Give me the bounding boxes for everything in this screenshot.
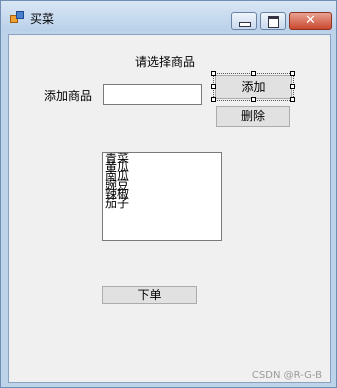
title-bar[interactable]: 买菜 ✕ bbox=[1, 1, 336, 31]
resize-handle[interactable] bbox=[251, 97, 256, 102]
maximize-icon bbox=[268, 16, 279, 28]
heading-label: 请选择商品 bbox=[135, 55, 196, 69]
resize-handle[interactable] bbox=[290, 71, 295, 76]
app-window: 买菜 ✕ 请选择商品 添加商品 添加 删除 青菜 黄瓜 南瓜 豌豆 辣椒 茄子 … bbox=[0, 0, 337, 388]
app-icon bbox=[10, 11, 24, 23]
resize-handle[interactable] bbox=[290, 97, 295, 102]
add-button[interactable]: 添加 bbox=[215, 75, 292, 99]
resize-handle[interactable] bbox=[251, 71, 256, 76]
resize-handle[interactable] bbox=[211, 97, 216, 102]
product-listbox[interactable]: 青菜 黄瓜 南瓜 豌豆 辣椒 茄子 bbox=[102, 152, 222, 241]
list-item[interactable]: 茄子 bbox=[105, 197, 219, 209]
resize-handle[interactable] bbox=[211, 84, 216, 89]
watermark-text: CSDN @R-G-B bbox=[251, 370, 322, 381]
delete-button[interactable]: 删除 bbox=[216, 106, 290, 127]
add-item-input[interactable] bbox=[103, 84, 202, 105]
minimize-button[interactable] bbox=[231, 12, 257, 30]
close-icon: ✕ bbox=[305, 13, 316, 28]
close-button[interactable]: ✕ bbox=[289, 12, 332, 30]
form-client-area: 请选择商品 添加商品 添加 删除 青菜 黄瓜 南瓜 豌豆 辣椒 茄子 下单 bbox=[8, 34, 331, 383]
window-title: 买菜 bbox=[30, 12, 55, 26]
add-item-label: 添加商品 bbox=[44, 89, 93, 103]
resize-handle[interactable] bbox=[211, 71, 216, 76]
minimize-icon bbox=[239, 22, 251, 27]
order-button[interactable]: 下单 bbox=[102, 286, 197, 304]
maximize-button[interactable] bbox=[260, 12, 286, 30]
resize-handle[interactable] bbox=[290, 84, 295, 89]
